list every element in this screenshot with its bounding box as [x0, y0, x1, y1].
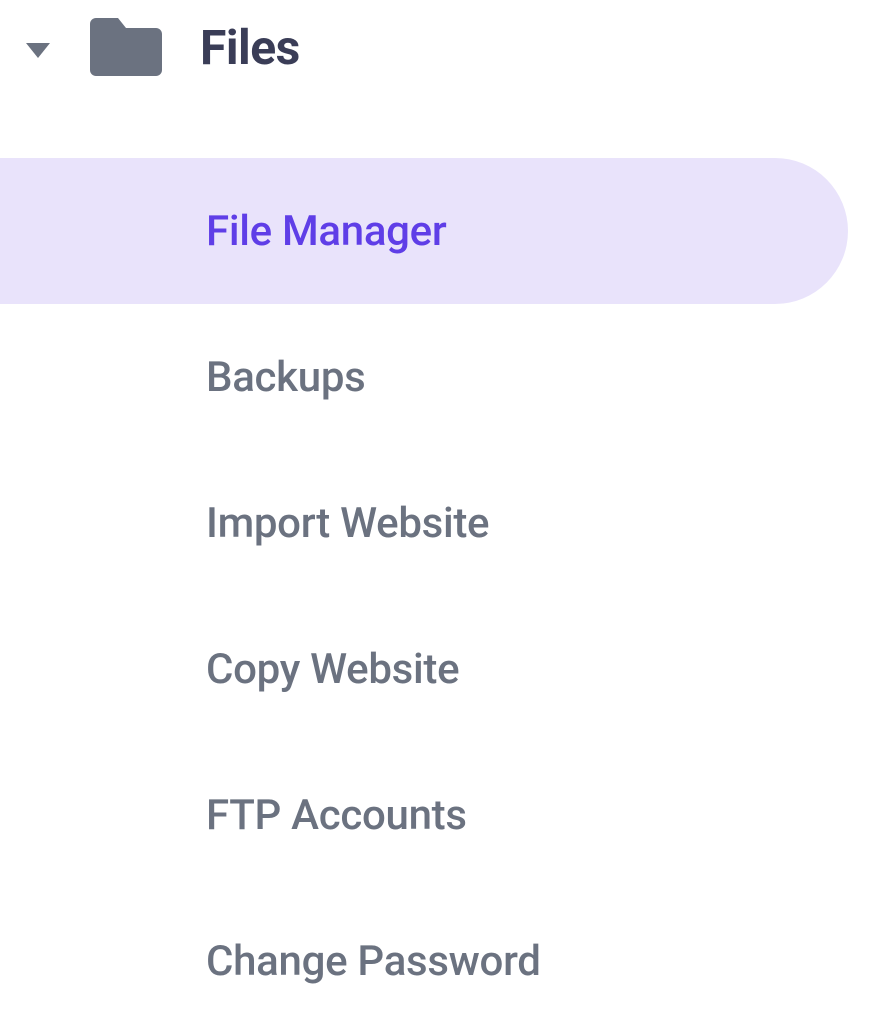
menu-item-file-manager[interactable]: File Manager: [0, 158, 848, 304]
menu-item-label: File Manager: [206, 207, 446, 256]
folder-icon: [90, 18, 162, 76]
menu-item-ftp-accounts[interactable]: FTP Accounts: [0, 742, 872, 888]
section-title: Files: [200, 19, 300, 76]
menu-item-label: Import Website: [206, 499, 489, 548]
sidebar-section-files: Files File Manager Backups Import Websit…: [0, 0, 872, 1034]
menu-item-backups[interactable]: Backups: [0, 304, 872, 450]
menu-item-copy-website[interactable]: Copy Website: [0, 596, 872, 742]
menu-item-label: Copy Website: [206, 645, 459, 694]
menu-item-label: Change Password: [206, 937, 541, 986]
menu-item-import-website[interactable]: Import Website: [0, 450, 872, 596]
menu-list: File Manager Backups Import Website Copy…: [0, 158, 872, 1034]
section-header-files[interactable]: Files: [0, 18, 872, 76]
menu-item-label: Backups: [206, 353, 365, 402]
chevron-down-icon: [26, 43, 50, 58]
menu-item-change-password[interactable]: Change Password: [0, 888, 872, 1034]
menu-item-label: FTP Accounts: [206, 791, 467, 840]
